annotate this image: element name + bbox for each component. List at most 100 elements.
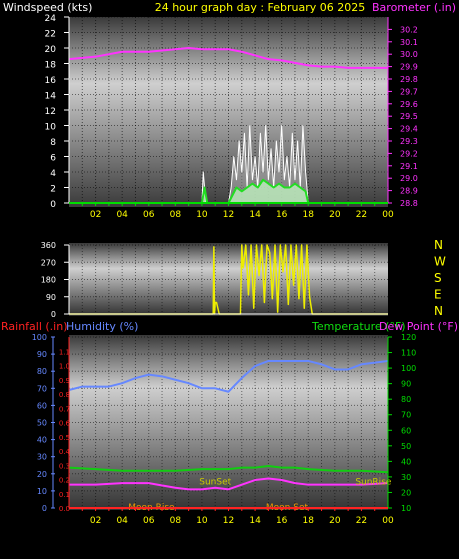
humidity-tick-label: 40: [37, 436, 47, 445]
temperature-tick-label: 10: [401, 504, 411, 513]
humidity-tick-label: 80: [37, 367, 47, 376]
x-tick-label: 10: [196, 516, 208, 526]
humidity-axis-label: Humidity (%): [66, 320, 138, 333]
wind-tick-label: 20: [45, 45, 57, 55]
barometer-tick-label: 30.1: [400, 38, 418, 47]
x-tick-label: 02: [90, 210, 101, 220]
wind-tick-label: 2: [50, 185, 56, 195]
compass-label: E: [434, 288, 442, 302]
rain-tick-label: 0.9: [59, 377, 70, 385]
x-tick-label: 14: [249, 210, 261, 220]
weather-graph-svg: Windspeed (kts) 24 hour graph day : Febr…: [1, 1, 458, 526]
wind-tick-label: 16: [45, 76, 57, 86]
x-tick-label: 00: [382, 516, 394, 526]
barometer-tick-label: 30.2: [400, 25, 418, 34]
wind-tick-label: 4: [50, 169, 56, 179]
x-tick-label: 06: [143, 210, 155, 220]
temperature-tick-label: 120: [401, 333, 416, 342]
temperature-tick-label: 70: [401, 411, 411, 420]
x-tick-label: 18: [303, 210, 315, 220]
x-tick-label: 08: [170, 210, 182, 220]
compass-label: N: [434, 304, 443, 318]
direction-tick-label: 180: [41, 276, 56, 285]
x-tick-label: 22: [356, 516, 367, 526]
x-tick-label: 02: [90, 516, 101, 526]
wind-tick-label: 10: [45, 123, 57, 133]
wind-tick-label: 24: [45, 14, 57, 24]
humidity-tick-label: 10: [37, 487, 47, 496]
x-tick-label: 14: [249, 516, 261, 526]
wind-tick-label: 6: [50, 154, 56, 164]
compass-label: N: [434, 238, 443, 252]
wind-tick-label: 12: [45, 107, 56, 117]
temperature-tick-label: 110: [401, 349, 416, 358]
barometer-tick-label: 29.9: [400, 63, 418, 72]
barometer-tick-label: 29.0: [400, 174, 418, 183]
rain-tick-label: 0.0: [59, 505, 70, 513]
rain-tick-label: 0.7: [59, 405, 70, 413]
humidity-tick-label: 100: [32, 333, 47, 342]
dew-axis-label: Dew Point (°F): [379, 320, 458, 333]
direction-tick-label: 90: [46, 293, 56, 302]
barometer-tick-label: 29.5: [400, 112, 418, 121]
temperature-tick-label: 50: [401, 442, 411, 451]
x-tick-label: 04: [116, 210, 128, 220]
wind-tick-label: 18: [45, 61, 57, 71]
x-tick-label: 20: [329, 210, 341, 220]
temperature-tick-label: 100: [401, 364, 416, 373]
wind-tick-label: 22: [45, 30, 56, 40]
temperature-tick-label: 90: [401, 380, 411, 389]
compass-label: W: [434, 255, 446, 269]
barometer-tick-label: 29.7: [400, 87, 418, 96]
x-tick-label: 00: [382, 210, 394, 220]
wind-tick-label: 0: [50, 200, 56, 210]
x-tick-label: 12: [223, 516, 234, 526]
rain-tick-label: 0.1: [59, 491, 70, 499]
annotation-label: SunRise: [355, 478, 392, 488]
temperature-tick-label: 30: [401, 473, 411, 482]
rain-tick-label: 0.8: [59, 391, 70, 399]
barometer-tick-label: 29.3: [400, 137, 418, 146]
rain-tick-label: 0.5: [59, 434, 70, 442]
annotation-label: SunSet: [199, 478, 231, 488]
wind-tick-label: 14: [45, 92, 57, 102]
barometer-tick-label: 28.8: [400, 199, 418, 208]
rain-tick-label: 0.2: [59, 477, 70, 485]
header-left-label: Windspeed (kts): [3, 1, 92, 14]
wind-tick-label: 8: [50, 138, 56, 148]
x-tick-label: 20: [329, 516, 341, 526]
rain-tick-label: 0.3: [59, 462, 70, 470]
compass-label: S: [434, 271, 442, 285]
x-tick-label: 08: [170, 516, 182, 526]
header-title: 24 hour graph day : February 06 2025: [155, 1, 366, 14]
x-tick-label: 18: [303, 516, 315, 526]
direction-tick-label: 360: [41, 241, 56, 250]
wind-panel-background: [69, 17, 388, 207]
temperature-tick-label: 20: [401, 488, 411, 497]
x-tick-label: 10: [196, 210, 208, 220]
x-tick-label: 16: [276, 210, 288, 220]
direction-tick-label: 0: [51, 310, 56, 319]
humidity-tick-label: 0: [42, 504, 47, 513]
humidity-tick-label: 30: [37, 453, 47, 462]
x-tick-label: 16: [276, 516, 288, 526]
temperature-tick-label: 80: [401, 395, 411, 404]
humidity-tick-label: 70: [37, 384, 47, 393]
x-tick-label: 12: [223, 210, 234, 220]
barometer-tick-label: 28.9: [400, 187, 418, 196]
weather-graph: Windspeed (kts) 24 hour graph day : Febr…: [0, 0, 459, 555]
humidity-tick-label: 90: [37, 350, 47, 359]
rain-axis-label: Rainfall (.in): [1, 320, 68, 333]
x-tick-label: 04: [116, 516, 128, 526]
barometer-tick-label: 29.2: [400, 149, 418, 158]
barometer-tick-label: 29.8: [400, 75, 418, 84]
x-tick-label: 22: [356, 210, 367, 220]
rain-tick-label: 1.0: [59, 363, 70, 371]
barometer-tick-label: 29.4: [400, 125, 418, 134]
barometer-tick-label: 29.1: [400, 162, 418, 171]
barometer-tick-label: 29.6: [400, 100, 418, 109]
rain-tick-label: 1.1: [59, 348, 70, 356]
header-right-label: Barometer (.in): [372, 1, 456, 14]
temperature-tick-label: 60: [401, 426, 411, 435]
humidity-tick-label: 50: [37, 419, 47, 428]
